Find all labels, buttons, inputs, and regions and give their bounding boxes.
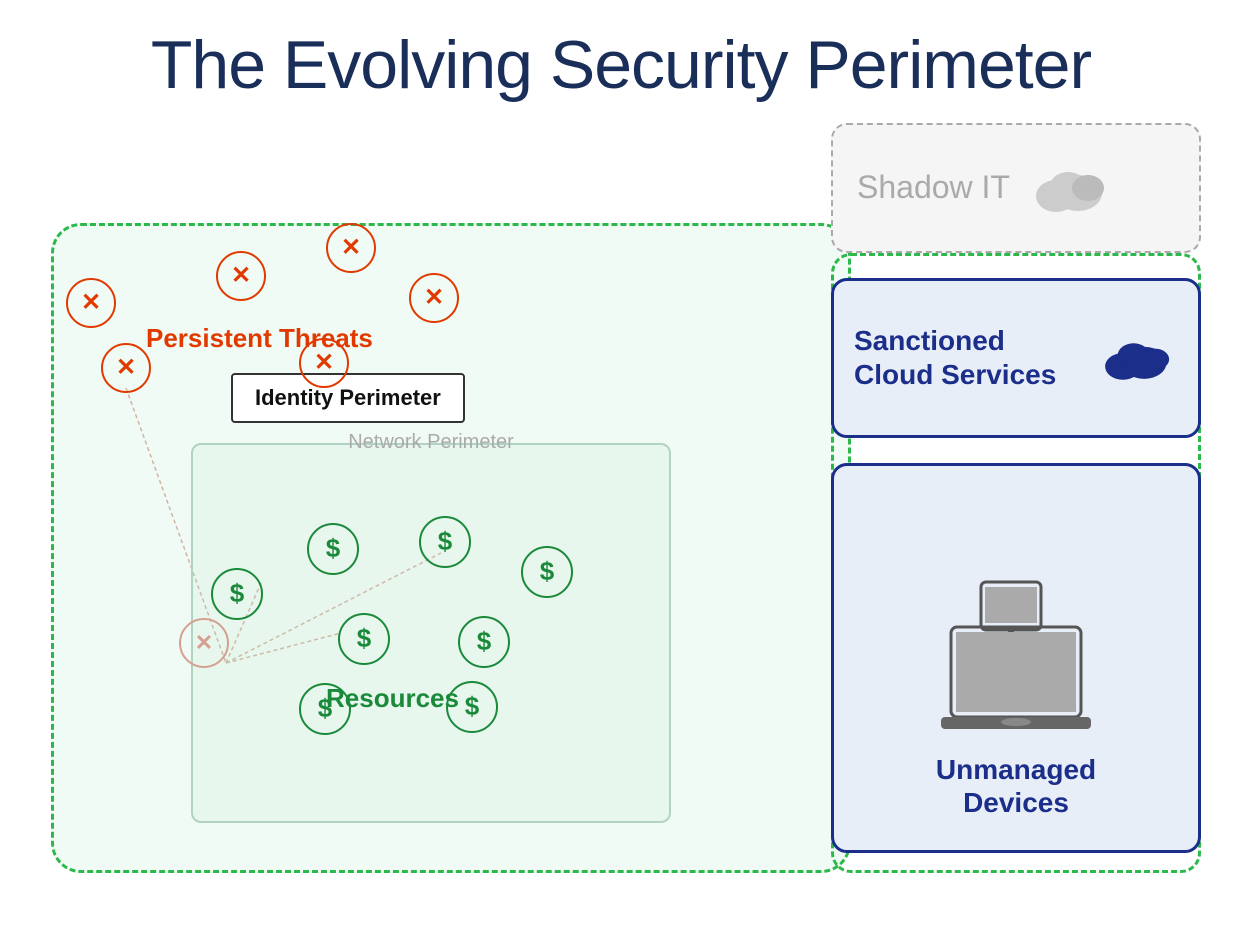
dollar-icon-1: $	[211, 568, 263, 620]
shadow-it-box: Shadow IT	[831, 123, 1201, 253]
threat-icon-3: ✕	[326, 223, 376, 273]
page-title: The Evolving Security Perimeter	[0, 0, 1242, 103]
sanctioned-cloud-box: SanctionedCloud Services	[831, 278, 1201, 438]
threat-icon-1: ✕	[66, 278, 116, 328]
sanctioned-cloud-label: SanctionedCloud Services	[854, 324, 1088, 391]
dollar-icon-5: $	[338, 613, 390, 665]
threat-icon-faded: ✕	[179, 618, 229, 668]
shadow-it-cloud-icon	[1026, 158, 1116, 218]
identity-perimeter-box: Identity Perimeter	[231, 373, 465, 423]
network-perimeter-label: Network Perimeter	[340, 431, 522, 454]
dollar-icon-8: $	[446, 681, 498, 733]
threat-icon-2: ✕	[216, 251, 266, 301]
dollar-icon-4: $	[521, 546, 573, 598]
unmanaged-devices-label: UnmanagedDevices	[936, 753, 1096, 820]
unmanaged-devices-box: UnmanagedDevices	[831, 463, 1201, 853]
shadow-it-label: Shadow IT	[857, 169, 1010, 206]
dollar-icon-7: $	[299, 683, 351, 735]
dollar-icon-2: $	[307, 523, 359, 575]
laptop-icon	[936, 617, 1096, 737]
threat-icon-5: ✕	[101, 343, 151, 393]
dollar-icon-6: $	[458, 616, 510, 668]
identity-perimeter-label: Identity Perimeter	[255, 385, 441, 410]
dollar-icon-3: $	[419, 516, 471, 568]
threat-icon-4: ✕	[409, 273, 459, 323]
diagram-area: Shadow IT SanctionedCloud Services	[31, 123, 1211, 913]
threat-icon-6: ✕	[299, 338, 349, 388]
network-perimeter-box: Network Perimeter	[191, 443, 671, 823]
sanctioned-cloud-icon	[1098, 330, 1178, 385]
